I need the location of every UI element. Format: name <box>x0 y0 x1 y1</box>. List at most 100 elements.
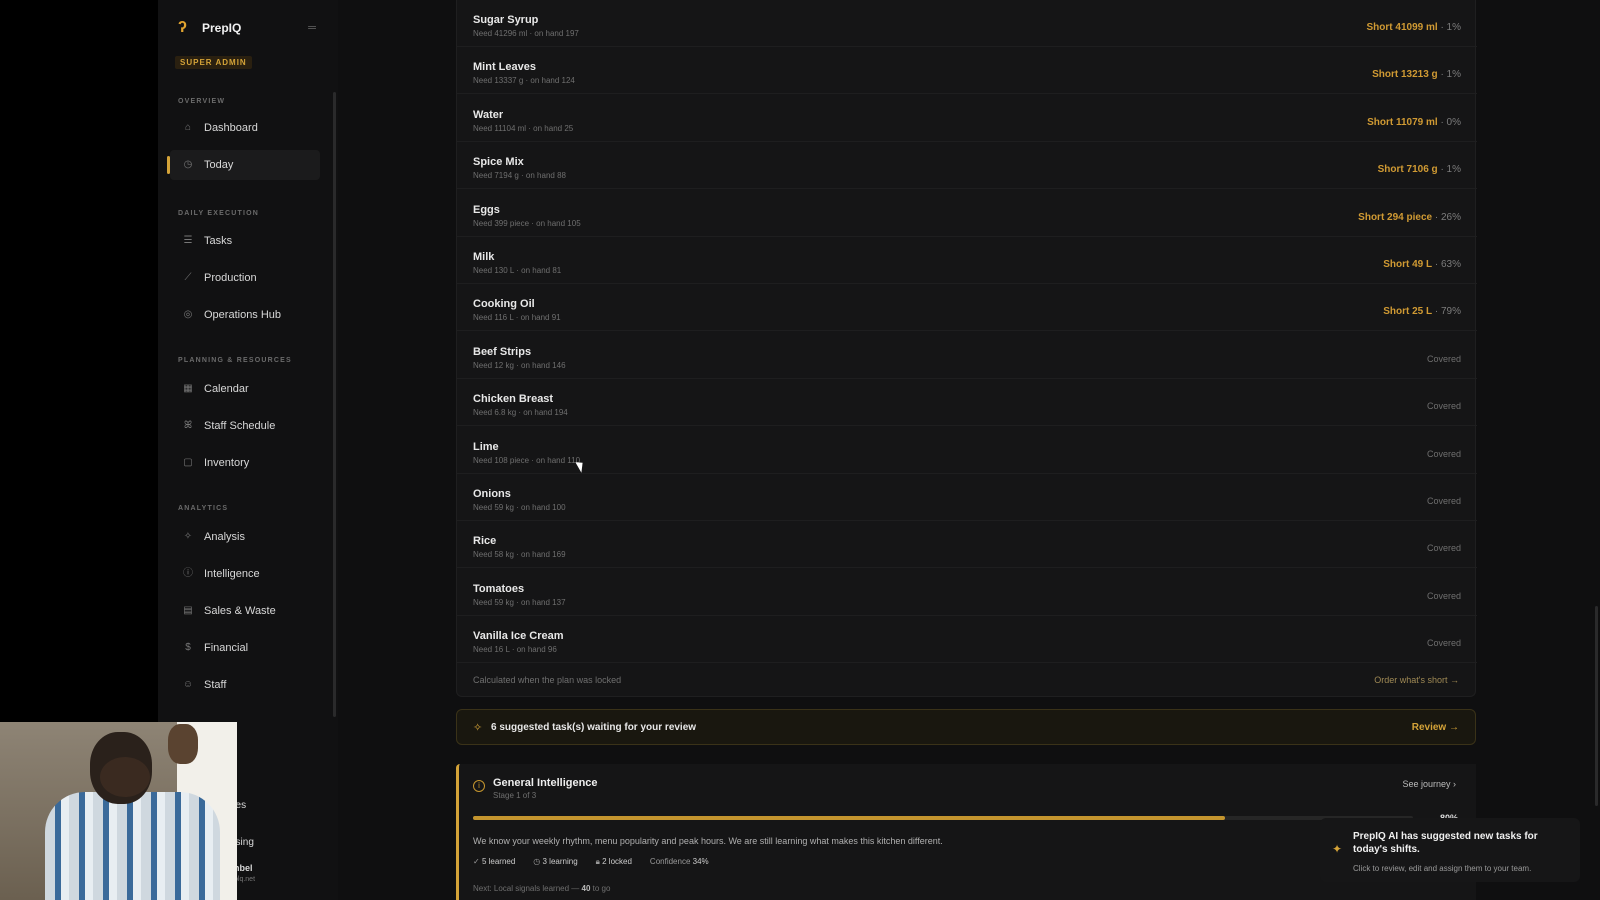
inventory-row[interactable]: Sugar Syrup Need 41296 ml · on hand 197 Sh… <box>457 0 1477 47</box>
gi-title: General Intelligence <box>493 777 598 789</box>
sparkle-icon: ✧ <box>473 722 483 734</box>
next-value: 40 <box>581 884 591 893</box>
covered-status: Covered <box>1426 496 1461 506</box>
confidence-stat: Confidence 34% <box>650 857 709 867</box>
gi-next: Next: Local signals learned — 40 to go <box>473 884 610 893</box>
sidebar-item-calendar[interactable]: ▦ Calendar <box>170 374 320 404</box>
toast-title: PrepIQ AI has suggested new tasks for to… <box>1353 831 1538 855</box>
item-status: Covered <box>1427 543 1461 554</box>
inventory-row[interactable]: Tomatoes Need 59 kg · on hand 137 Covered <box>457 569 1477 616</box>
section-daily-execution: DAILY EXECUTION <box>178 210 260 217</box>
item-name: Lime <box>473 440 499 453</box>
review-button[interactable]: Review → <box>1412 722 1459 733</box>
chart-line-icon: ⟋ <box>184 272 192 283</box>
coverage-percent: · 26% <box>1434 211 1461 223</box>
item-status: Short 41099 ml · 1% <box>1367 22 1462 33</box>
learning-stat: ◷ 3 learning <box>533 857 577 867</box>
item-name: Mint Leaves <box>473 61 536 74</box>
item-need: Need 59 kg · on hand 137 <box>473 597 566 607</box>
sidebar-item-label: Staff <box>204 679 227 691</box>
inventory-row[interactable]: Spice Mix Need 7194 g · on hand 88 Short 7… <box>457 142 1477 190</box>
short-amount: Short 294 piece <box>1358 211 1433 223</box>
item-name: Cooking Oil <box>473 298 535 311</box>
inventory-row[interactable]: Milk Need 130 L · on hand 81 Short 49 L · … <box>457 237 1477 284</box>
item-need: Need 11104 ml · on hand 25 <box>473 123 574 133</box>
ai-suggestion-toast[interactable]: ✦ PrepIQ AI has suggested new tasks for … <box>1320 818 1580 882</box>
confidence-label: Confidence <box>649 857 691 866</box>
inventory-requirements-card: Sugar Syrup Need 41296 ml · on hand 197 Sh… <box>456 0 1477 697</box>
item-name: Water <box>473 108 504 121</box>
next-suffix: to go <box>592 884 611 893</box>
section-overview: OVERVIEW <box>178 98 226 105</box>
item-status: Short 294 piece · 26% <box>1358 212 1461 223</box>
gi-stage: Stage 1 of 3 <box>493 791 537 800</box>
item-status: Short 25 L · 79% <box>1383 306 1461 317</box>
collapse-sidebar-button[interactable]: ═ <box>305 21 319 35</box>
inventory-row[interactable]: Vanilla Ice Cream Need 16 L · on hand 96 C… <box>457 616 1477 664</box>
dashboard-icon: ⌂ <box>184 122 192 133</box>
inventory-row[interactable]: Lime Need 108 piece · on hand 110 Covered <box>457 427 1477 474</box>
inventory-row[interactable]: Water Need 11104 ml · on hand 25 Short 110… <box>457 95 1477 142</box>
locked-value: 2 locked <box>602 857 632 866</box>
sidebar-item-intelligence[interactable]: ⓘ Intelligence <box>170 559 320 589</box>
sidebar-item-financial[interactable]: $ Financial <box>170 633 320 663</box>
sidebar-item-sales-waste[interactable]: ▤ Sales & Waste <box>170 596 320 626</box>
sidebar-item-inventory[interactable]: ▢ Inventory <box>170 448 320 478</box>
item-status: Covered <box>1427 638 1461 649</box>
webcam-person-hand <box>100 757 150 797</box>
item-need: Need 41296 ml · on hand 197 <box>473 29 579 38</box>
sidebar-item-analysis[interactable]: ✧ Analysis <box>170 522 320 552</box>
sidebar-scrollbar[interactable] <box>333 92 336 717</box>
item-need: Need 6.8 kg · on hand 194 <box>473 408 568 418</box>
item-name: Tomatoes <box>473 582 525 595</box>
sidebar-item-label: Financial <box>204 642 249 654</box>
item-status: Short 49 L · 63% <box>1383 259 1461 270</box>
learned-value: 5 learned <box>481 857 516 866</box>
inventory-row[interactable]: Cooking Oil Need 116 L · on hand 91 Short … <box>457 284 1477 332</box>
inventory-row[interactable]: Onions Need 59 kg · on hand 100 Covered <box>457 474 1477 521</box>
main-scrollbar[interactable] <box>1595 606 1598 806</box>
sidebar-item-operations-hub[interactable]: ◎ Operations Hub <box>170 300 320 330</box>
see-journey-link[interactable]: See journey › <box>1402 779 1456 789</box>
inventory-row[interactable]: Eggs Need 399 piece · on hand 105 Short 29… <box>457 190 1477 237</box>
learned-stat: ✓ 5 learned <box>473 857 515 867</box>
brand[interactable]: ʔ PrepIQ <box>178 20 241 36</box>
item-name: Milk <box>473 251 495 263</box>
covered-status: Covered <box>1426 448 1461 459</box>
sidebar-item-dashboard[interactable]: ⌂ Dashboard <box>170 113 320 143</box>
calendar-icon: ▦ <box>183 383 193 394</box>
learning-value: 3 learning <box>542 857 578 866</box>
sidebar-item-staff-schedule[interactable]: ꕤ Staff Schedule <box>170 411 320 441</box>
role-badge: SUPER ADMIN <box>175 56 252 69</box>
item-status: Covered <box>1427 591 1461 602</box>
covered-status: Covered <box>1426 638 1461 649</box>
gi-description: We know your weekly rhythm, menu popular… <box>473 836 943 846</box>
order-whats-short-link[interactable]: Order what's short → <box>1374 675 1459 685</box>
sidebar-item-staff[interactable]: ☺ Staff <box>170 670 320 700</box>
item-name: Rice <box>473 535 497 548</box>
item-need: Need 16 L · on hand 96 <box>473 645 557 655</box>
inventory-row[interactable]: Beef Strips Need 12 kg · on hand 146 Cover… <box>457 332 1477 379</box>
suggested-tasks-banner[interactable]: ✧ 6 suggested task(s) waiting for your r… <box>456 709 1476 745</box>
covered-status: Covered <box>1426 353 1461 364</box>
clock-icon: ◷ <box>183 159 193 170</box>
inventory-row[interactable]: Chicken Breast Need 6.8 kg · on hand 194 C… <box>457 379 1477 427</box>
short-amount: Short 7106 g <box>1377 164 1438 176</box>
suggested-tasks-text: 6 suggested task(s) waiting for your rev… <box>491 722 697 733</box>
box-icon: ▢ <box>183 457 193 468</box>
sidebar-item-tasks[interactable]: ☰ Tasks <box>170 226 320 256</box>
inventory-row[interactable]: Mint Leaves Need 13337 g · on hand 124 Sho… <box>457 47 1477 95</box>
sidebar-item-production[interactable]: ⟋ Production <box>170 263 320 293</box>
item-need: Need 58 kg · on hand 169 <box>473 550 566 560</box>
section-planning-resources: PLANNING & RESOURCES <box>178 357 292 364</box>
item-need: Need 108 piece · on hand 110 <box>473 455 581 465</box>
item-need: Need 7194 g · on hand 88 <box>473 171 566 181</box>
sidebar-item-label: Operations Hub <box>204 309 282 321</box>
inventory-row[interactable]: Rice Need 58 kg · on hand 169 Covered <box>457 521 1477 569</box>
sidebar-item-label: Intelligence <box>204 568 260 580</box>
sidebar-item-today[interactable]: ◷ Today <box>167 150 320 180</box>
gi-progress-fill <box>473 816 1225 820</box>
section-analytics: ANALYTICS <box>178 505 229 512</box>
item-status: Short 11079 ml · 0% <box>1367 117 1461 128</box>
item-status: Covered <box>1427 354 1461 365</box>
